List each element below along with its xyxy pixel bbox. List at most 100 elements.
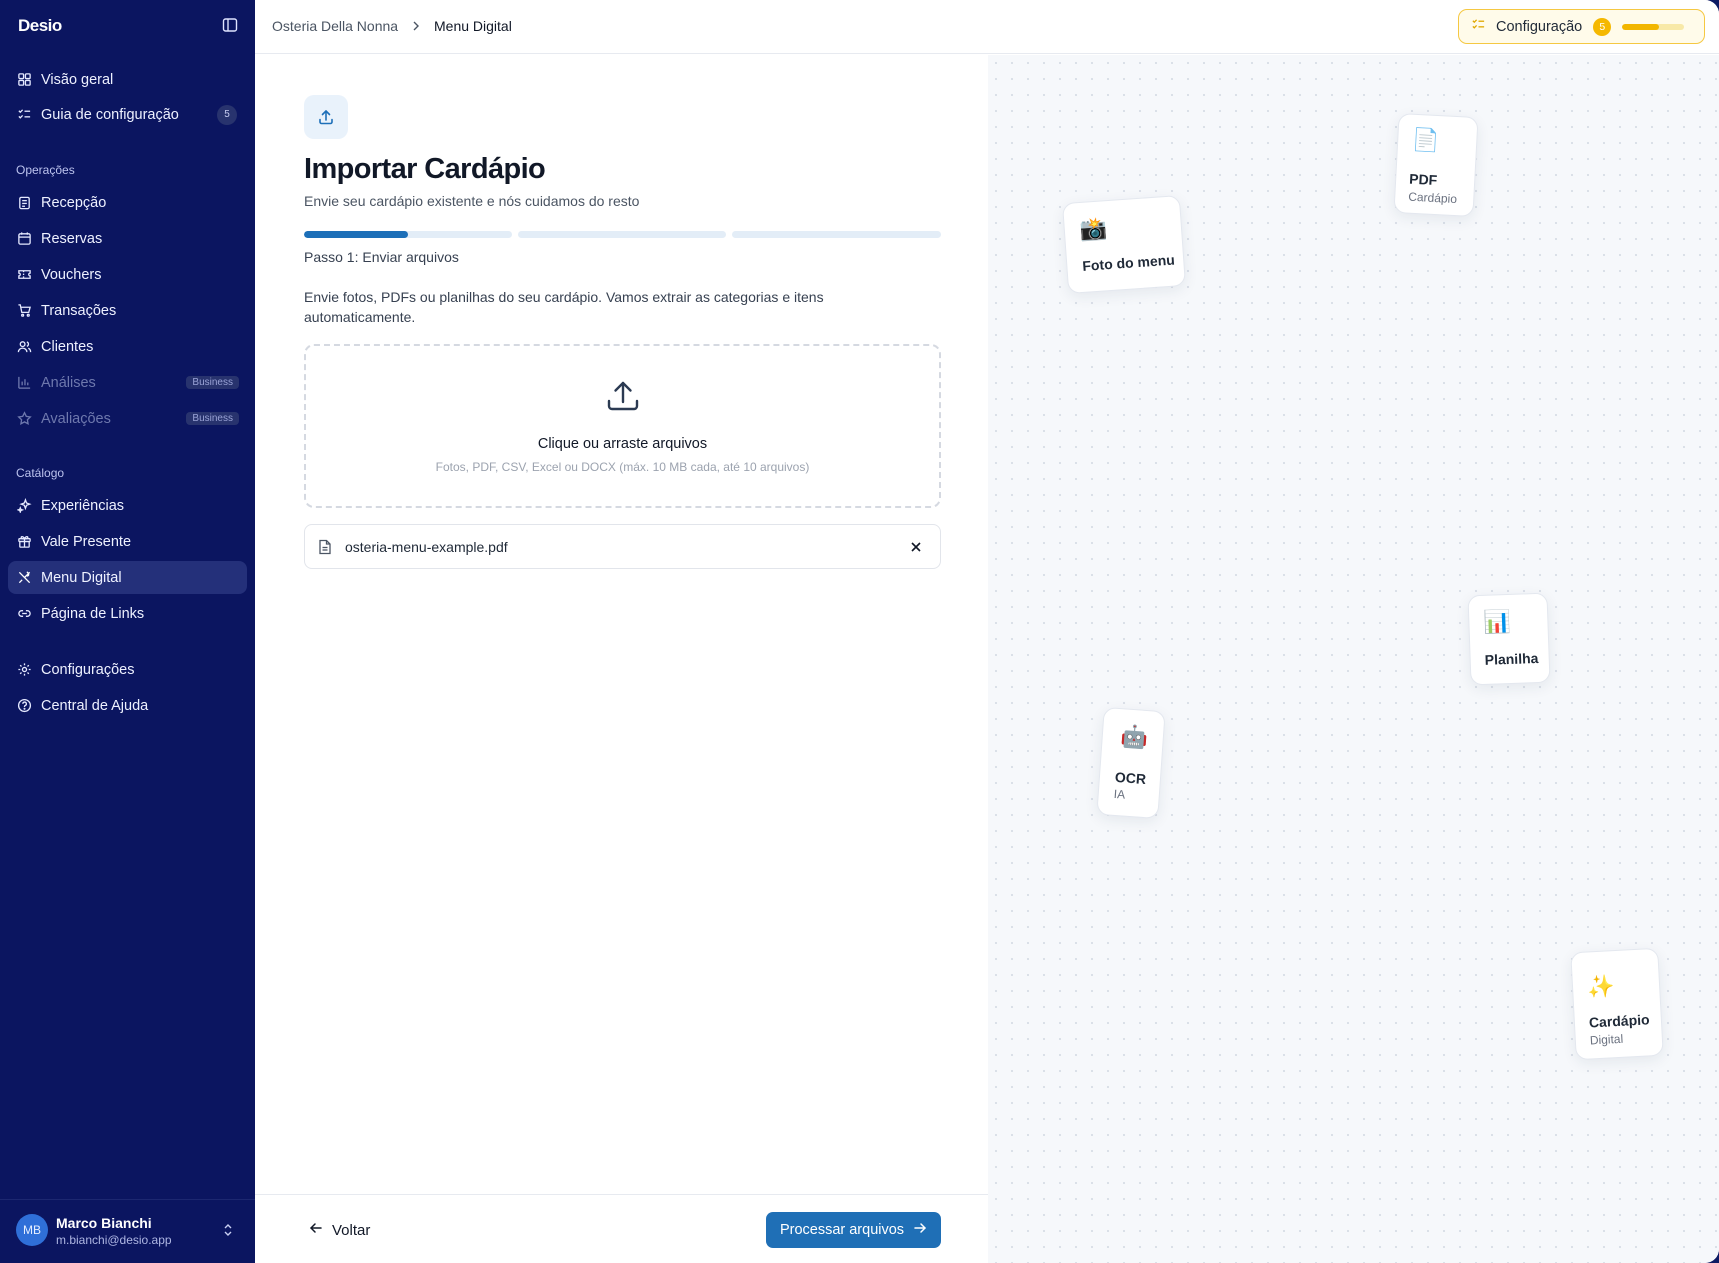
illustration-panel: 📄 PDF Cardápio 📸 Foto do menu 📊 Planilha… <box>988 55 1719 1263</box>
help-circle-icon <box>16 698 32 714</box>
sidebar-item-clients[interactable]: Clientes <box>8 330 247 363</box>
utensils-icon <box>16 570 32 586</box>
star-icon <box>16 411 32 427</box>
gear-icon <box>16 662 32 678</box>
step-segment-3 <box>732 231 941 238</box>
file-dropzone[interactable]: Clique ou arraste arquivos Fotos, PDF, C… <box>304 344 941 508</box>
digital-menu-card-title: Cardápio <box>1588 1011 1650 1031</box>
photo-card-title: Foto do menu <box>1081 251 1176 274</box>
back-button[interactable]: Voltar <box>309 1215 370 1245</box>
gift-icon <box>16 534 32 550</box>
sidebar-item-transactions[interactable]: Transações <box>8 294 247 327</box>
breadcrumb-restaurant[interactable]: Osteria Della Nonna <box>272 18 398 34</box>
sidebar-item-link-page[interactable]: Página de Links <box>8 597 247 630</box>
sparkles-icon: ✨ <box>1586 973 1616 1000</box>
business-plan-badge: Business <box>186 412 239 425</box>
clipboard-icon <box>16 195 32 211</box>
upload-description: Envie fotos, PDFs ou planilhas do seu ca… <box>304 289 824 325</box>
spreadsheet-card-title: Planilha <box>1484 649 1539 668</box>
sparkle-icon <box>16 498 32 514</box>
sidebar-item-label: Recepção <box>41 194 107 211</box>
sidebar-item-label: Página de Links <box>41 605 145 622</box>
pdf-card: 📄 PDF Cardápio <box>1393 112 1479 218</box>
sidebar-item-label: Transações <box>41 302 117 319</box>
setup-progress-button[interactable]: Configuração 5 <box>1458 9 1705 44</box>
sidebar-item-experiences[interactable]: Experiências <box>8 489 247 522</box>
file-icon <box>318 539 332 560</box>
process-files-button[interactable]: Processar arquivos <box>766 1212 941 1248</box>
sidebar-collapse-icon[interactable] <box>222 17 242 37</box>
arrow-right-icon <box>913 1221 927 1239</box>
sidebar-item-label: Clientes <box>41 338 94 355</box>
sidebar-item-label: Central de Ajuda <box>41 697 149 714</box>
sidebar-item-analytics[interactable]: Análises Business <box>8 366 247 399</box>
sidebar-item-settings[interactable]: Configurações <box>8 653 247 686</box>
setup-progress-fill <box>1622 23 1660 30</box>
user-email: m.bianchi@desio.app <box>56 1233 172 1247</box>
sidebar-item-reservations[interactable]: Reservas <box>8 222 247 255</box>
upload-icon <box>605 378 641 419</box>
close-icon[interactable] <box>907 538 925 556</box>
sidebar-item-help-center[interactable]: Central de Ajuda <box>8 689 247 722</box>
breadcrumb-current: Menu Digital <box>434 18 512 34</box>
business-plan-badge: Business <box>186 376 239 389</box>
sidebar-item-label: Avaliações <box>41 410 111 427</box>
sidebar-item-label: Vale Presente <box>41 533 132 550</box>
ocr-card: 🤖 OCR IA <box>1096 706 1166 820</box>
camera-icon: 📸 <box>1078 215 1109 243</box>
sidebar-item-gift-card[interactable]: Vale Presente <box>8 525 247 558</box>
uploaded-file-item: osteria-menu-example.pdf <box>304 524 941 569</box>
sidebar-item-label: Menu Digital <box>41 569 122 586</box>
robot-icon: 🤖 <box>1120 723 1150 751</box>
digital-menu-card: ✨ Cardápio Digital <box>1570 947 1664 1061</box>
page-subtitle: Envie seu cardápio existente e nós cuida… <box>304 193 640 209</box>
bar-chart-icon <box>16 375 32 391</box>
ocr-card-subtitle: IA <box>1113 786 1126 802</box>
users-icon <box>16 339 32 355</box>
sidebar: Desio Visão geral Guia de configuração 5… <box>0 0 255 1263</box>
user-name: Marco Bianchi <box>56 1215 152 1231</box>
spreadsheet-card: 📊 Planilha <box>1467 592 1551 686</box>
setup-progress-bar <box>1622 23 1685 30</box>
ocr-card-title: OCR <box>1114 768 1147 788</box>
ticket-icon <box>16 267 32 283</box>
chart-icon: 📊 <box>1482 608 1512 635</box>
sidebar-item-label: Experiências <box>41 497 125 514</box>
sidebar-item-vouchers[interactable]: Vouchers <box>8 258 247 291</box>
pdf-card-subtitle: Cardápio <box>1407 189 1458 207</box>
top-bar: Osteria Della Nonna Menu Digital Configu… <box>255 0 1719 54</box>
setup-count-badge: 5 <box>1593 17 1612 36</box>
sidebar-item-label: Vouchers <box>41 266 102 283</box>
sidebar-item-setup-guide[interactable]: Guia de configuração 5 <box>8 98 247 131</box>
sidebar-item-reviews[interactable]: Avaliações Business <box>8 402 247 435</box>
chevron-up-down-icon[interactable] <box>222 1222 234 1243</box>
calendar-icon <box>16 231 32 247</box>
sidebar-item-overview[interactable]: Visão geral <box>8 63 247 96</box>
wizard-footer: Voltar Processar arquivos <box>255 1194 988 1263</box>
brand-logo[interactable]: Desio <box>18 16 62 36</box>
step-label: Passo 1: Enviar arquivos <box>304 249 459 265</box>
sidebar-item-label: Visão geral <box>41 71 114 88</box>
chevron-right-icon <box>411 19 421 35</box>
pdf-card-title: PDF <box>1408 170 1438 189</box>
step-segment-2 <box>518 231 726 238</box>
import-panel: Importar Cardápio Envie seu cardápio exi… <box>255 55 988 1194</box>
link-icon <box>16 606 32 622</box>
page-icon: 📄 <box>1411 126 1441 154</box>
file-name: osteria-menu-example.pdf <box>345 539 508 555</box>
sidebar-item-label: Configurações <box>41 661 135 678</box>
checklist-icon <box>1471 17 1486 37</box>
grid-icon <box>16 72 32 88</box>
section-title-operations: Operações <box>16 163 75 177</box>
back-button-label: Voltar <box>332 1221 371 1239</box>
sidebar-item-label: Análises <box>41 374 96 391</box>
sidebar-item-reception[interactable]: Recepção <box>8 186 247 219</box>
step-segment-1 <box>304 231 512 238</box>
process-files-label: Processar arquivos <box>779 1222 905 1238</box>
dropzone-hint: Fotos, PDF, CSV, Excel ou DOCX (máx. 10 … <box>435 460 810 474</box>
sidebar-item-digital-menu[interactable]: Menu Digital <box>8 561 247 594</box>
checklist-icon <box>16 107 32 123</box>
digital-menu-card-subtitle: Digital <box>1589 1031 1624 1048</box>
user-menu[interactable]: MB Marco Bianchi m.bianchi@desio.app <box>0 1199 255 1263</box>
step-progress <box>304 231 941 238</box>
